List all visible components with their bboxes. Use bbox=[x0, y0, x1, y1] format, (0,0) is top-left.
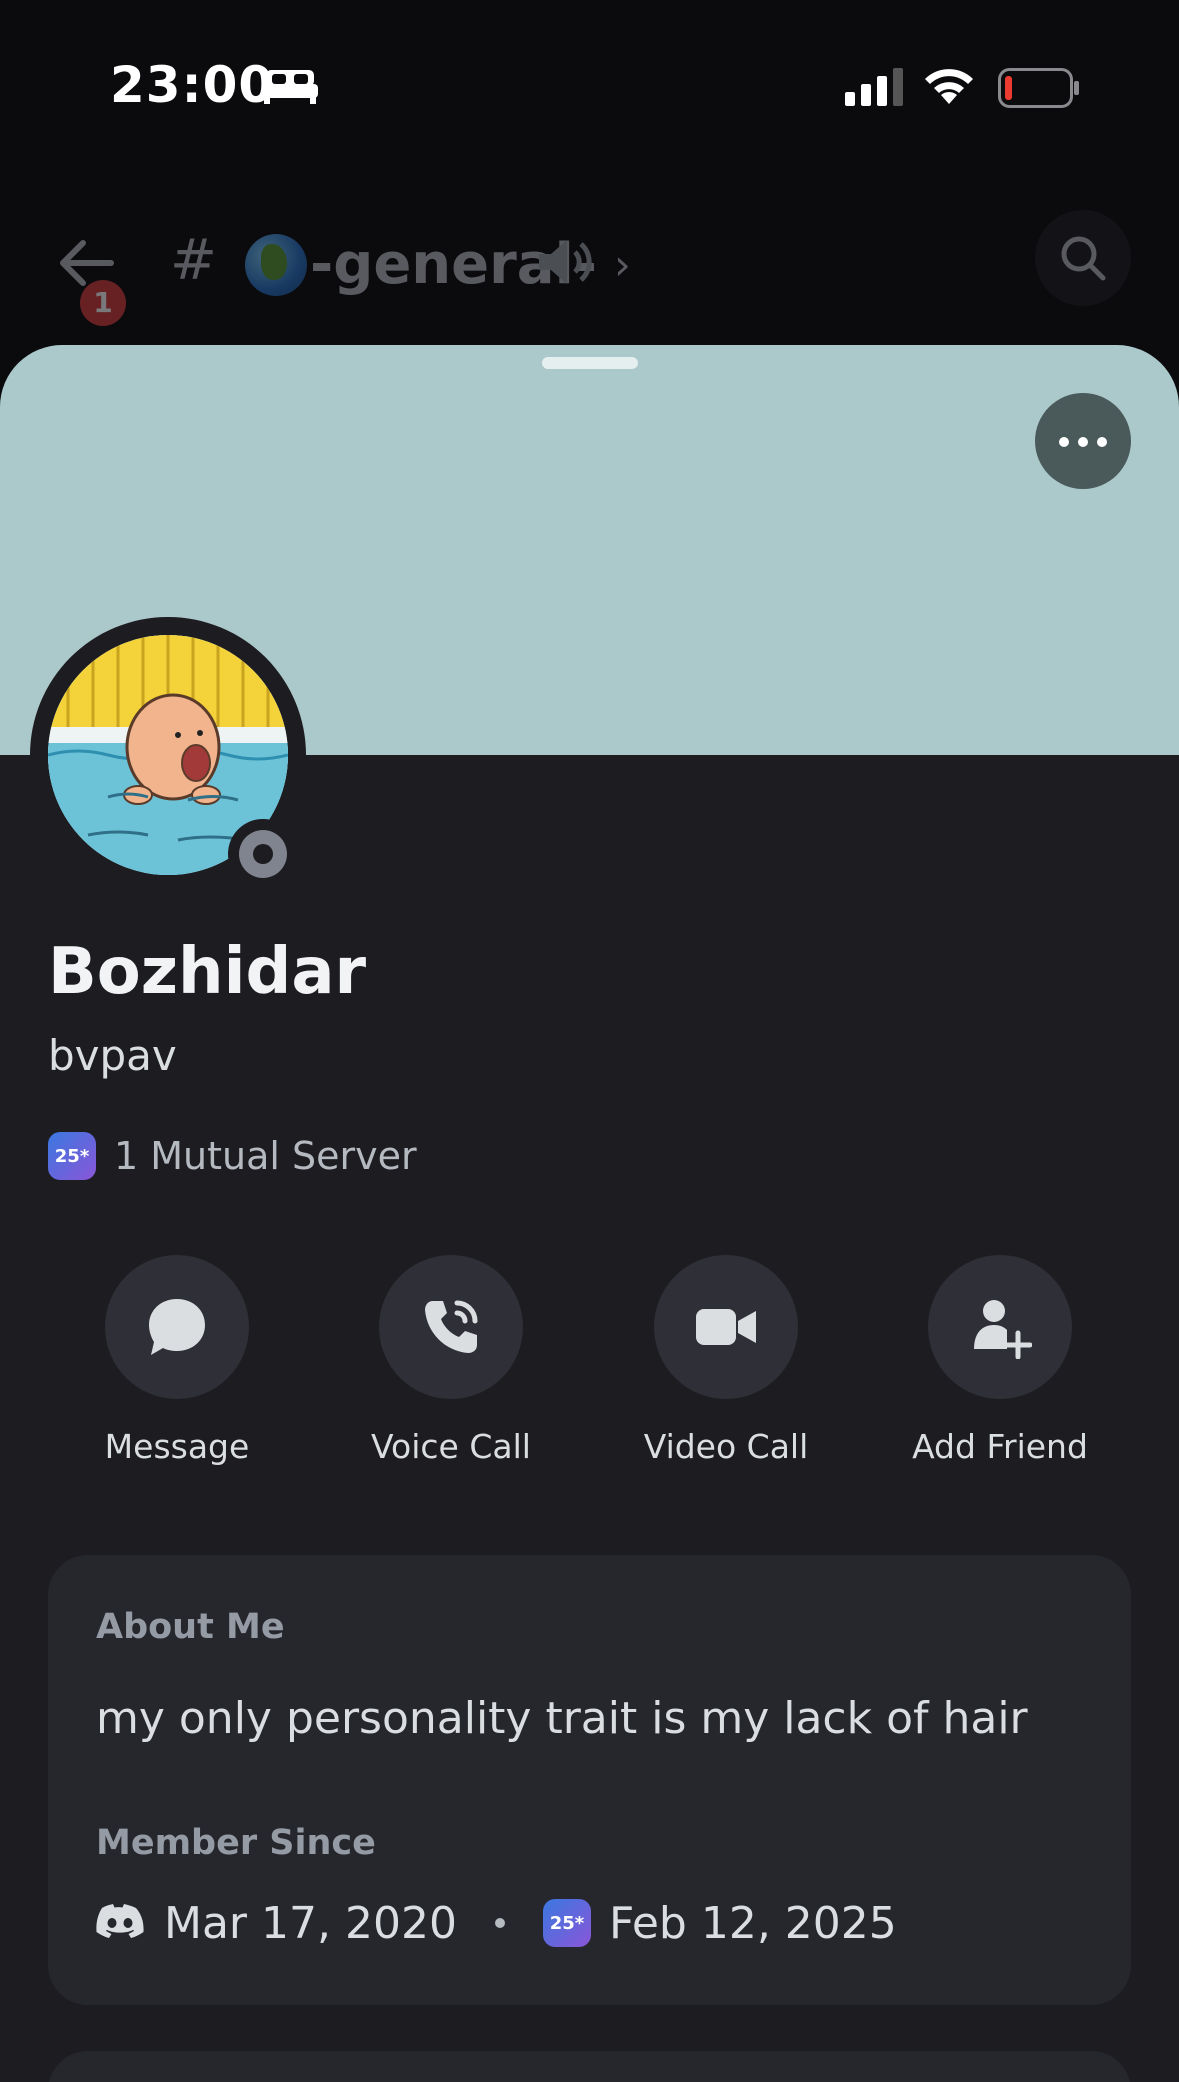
mutual-servers-label: 1 Mutual Server bbox=[114, 1134, 417, 1178]
voice-call-button[interactable]: Voice Call bbox=[321, 1255, 581, 1466]
chat-bubble-icon bbox=[149, 1299, 205, 1355]
sleep-focus-icon bbox=[262, 70, 318, 104]
video-camera-icon bbox=[696, 1309, 756, 1345]
wifi-icon bbox=[925, 69, 973, 104]
video-call-button[interactable]: Video Call bbox=[596, 1255, 856, 1466]
member-since-row: Mar 17, 2020 25* Feb 12, 2025 bbox=[96, 1893, 897, 1953]
mutual-servers-row[interactable]: 25* 1 Mutual Server bbox=[48, 1131, 417, 1181]
cellular-signal-icon bbox=[845, 68, 903, 106]
discord-member-since-date: Mar 17, 2020 bbox=[164, 1897, 457, 1949]
about-me-heading: About Me bbox=[96, 1607, 285, 1647]
profile-actions: Message Voice Call Video Call Add Friend bbox=[0, 1255, 1179, 1495]
next-card bbox=[48, 2051, 1131, 2082]
status-bar: 23:00 bbox=[0, 0, 1179, 170]
channel-header: 1 # -general- › bbox=[0, 210, 1179, 326]
video-call-label: Video Call bbox=[643, 1427, 809, 1466]
speaker-icon bbox=[539, 240, 592, 284]
about-card: About Me my only personality trait is my… bbox=[48, 1555, 1131, 2005]
message-button[interactable]: Message bbox=[47, 1255, 307, 1466]
profile-sheet: Bozhidar bvpav 25* 1 Mutual Server Messa… bbox=[0, 345, 1179, 2082]
sheet-grab-handle[interactable] bbox=[542, 357, 638, 369]
discord-logo-icon bbox=[96, 1904, 144, 1938]
separator-dot bbox=[494, 1918, 505, 1928]
search-icon bbox=[1061, 236, 1106, 281]
add-friend-icon bbox=[974, 1300, 1032, 1359]
voice-call-label: Voice Call bbox=[371, 1427, 531, 1466]
more-dots-icon bbox=[1059, 437, 1069, 447]
add-friend-button[interactable]: Add Friend bbox=[870, 1255, 1130, 1466]
server-icon: 25* bbox=[48, 1132, 96, 1180]
globe-icon bbox=[245, 234, 307, 296]
about-me-text: my only personality trait is my lack of … bbox=[96, 1693, 1028, 1744]
server-icon: 25* bbox=[542, 1899, 591, 1947]
display-name: Bozhidar bbox=[48, 935, 367, 1009]
battery-icon bbox=[998, 68, 1079, 108]
search-button[interactable] bbox=[1035, 210, 1131, 306]
message-label: Message bbox=[104, 1427, 250, 1466]
server-member-since-date: Feb 12, 2025 bbox=[608, 1897, 897, 1949]
channel-hash-icon: # bbox=[170, 228, 217, 293]
member-since-heading: Member Since bbox=[96, 1823, 376, 1863]
offline-status-icon bbox=[228, 819, 298, 889]
phone-icon bbox=[425, 1300, 478, 1353]
username: bvpav bbox=[48, 1031, 177, 1080]
unread-badge: 1 bbox=[80, 280, 126, 326]
chevron-right-icon: › bbox=[614, 240, 631, 289]
more-options-button[interactable] bbox=[1035, 393, 1131, 489]
status-time: 23:00 bbox=[110, 56, 275, 114]
add-friend-label: Add Friend bbox=[912, 1427, 1088, 1466]
